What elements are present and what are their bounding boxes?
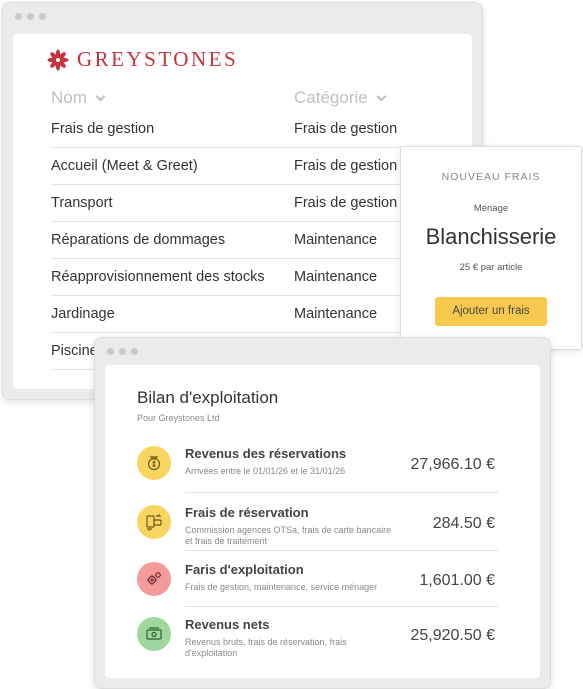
report-panel: Bilan d'exploitation Pour Greystones Ltd… [105, 365, 540, 678]
item-description: Revenus bruts, frais de réservation, fra… [185, 637, 347, 658]
report-subtitle: Pour Greystones Ltd [137, 413, 220, 423]
item-amount: 25,920.50 € [410, 627, 495, 644]
item-name: Frais de réservation [185, 505, 309, 520]
cash-icon [137, 617, 171, 651]
chevron-down-icon [376, 91, 387, 101]
fee-category: Maintenance [294, 269, 378, 285]
divider [185, 606, 498, 607]
window-dot [131, 348, 138, 355]
money-bag-icon [137, 446, 171, 480]
column-header-category[interactable]: Catégorie [294, 88, 387, 108]
add-fee-button[interactable]: Ajouter un frais [435, 297, 547, 326]
card-title: Blanchisserie [425, 224, 557, 249]
fee-name: Réparations de dommages [51, 232, 226, 248]
window-controls [15, 13, 46, 20]
flower-logo-icon [47, 49, 69, 70]
fee-name: Frais de gestion [51, 121, 155, 137]
card-transfer-icon [137, 505, 171, 539]
window-controls [107, 348, 138, 355]
fee-category: Frais de gestion [294, 195, 398, 211]
table-row[interactable]: Réapprovisionnement des stocks Maintenanc… [51, 259, 448, 296]
fee-category: Frais de gestion [294, 158, 398, 174]
report-window: Bilan d'exploitation Pour Greystones Ltd… [94, 337, 551, 689]
item-description: Frais de gestion, maintenance, service m… [185, 582, 378, 592]
item-description: Commission agences OTSa, frais de carte … [185, 525, 392, 546]
chevron-down-icon [95, 91, 106, 101]
new-fee-card: NOUVEAU FRAIS Ménage Blanchisserie 25 € … [400, 146, 582, 350]
table-row[interactable]: Frais de gestion Frais de gestion [51, 111, 448, 148]
window-dot [15, 13, 22, 20]
fee-name: Transport [51, 195, 113, 211]
brand-logo: GREYSTONES [47, 47, 238, 72]
card-price: 25 € par article [459, 262, 523, 273]
table-row[interactable]: Réparations de dommages Maintenance [51, 222, 448, 259]
fee-name: Jardinage [51, 306, 115, 322]
item-amount: 1,601.00 € [419, 572, 495, 589]
item-amount: 27,966.10 € [410, 456, 495, 473]
item-name: Faris d'exploitation [185, 562, 304, 577]
window-dot [119, 348, 126, 355]
item-amount: 284.50 € [432, 515, 495, 532]
report-title: Bilan d'exploitation [137, 388, 279, 407]
card-kicker: NOUVEAU FRAIS [441, 171, 541, 183]
fee-name: Réapprovisionnement des stocks [51, 269, 265, 285]
table-row[interactable]: Accueil (Meet & Greet) Frais de gestion [51, 148, 448, 185]
fee-category: Maintenance [294, 306, 378, 322]
column-header-label: Catégorie [294, 88, 368, 107]
gears-icon [137, 562, 171, 596]
fee-name: Piscine [51, 343, 98, 359]
divider [185, 492, 498, 493]
item-name: Revenus des réservations [185, 446, 347, 461]
window-dot [107, 348, 114, 355]
card-category: Ménage [473, 203, 509, 214]
column-header-name[interactable]: Nom [51, 88, 106, 108]
fee-category: Maintenance [294, 232, 378, 248]
fees-table: Frais de gestion Frais de gestion Accueil… [51, 111, 448, 370]
divider [185, 550, 498, 551]
item-description: Arrivées entre le 01/01/26 et le 31/01/2… [185, 466, 346, 476]
table-row[interactable]: Transport Frais de gestion [51, 185, 448, 222]
brand-name: GREYSTONES [77, 47, 239, 71]
window-dot [27, 13, 34, 20]
fee-name: Accueil (Meet & Greet) [51, 158, 198, 174]
window-dot [39, 13, 46, 20]
column-header-label: Nom [51, 88, 87, 107]
item-name: Revenus nets [185, 617, 270, 632]
table-row[interactable]: Jardinage Maintenance [51, 296, 448, 333]
fee-category: Frais de gestion [294, 121, 398, 137]
